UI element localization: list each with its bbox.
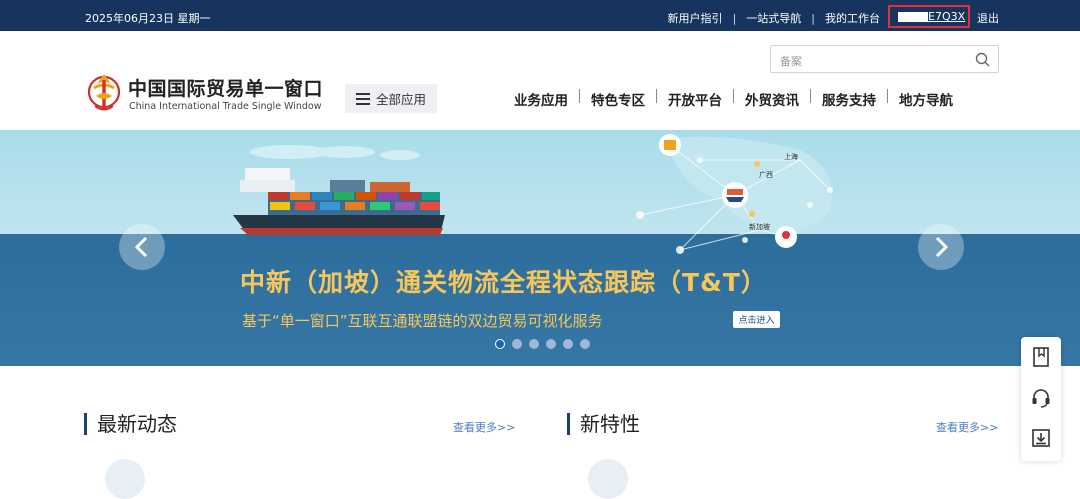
divider: |	[732, 11, 737, 25]
search-icon[interactable]	[975, 52, 990, 67]
banner-enter-button[interactable]: 点击进入	[733, 311, 780, 328]
top-links: 新用户指引 | 一站式导航 | 我的工作台	[668, 10, 880, 26]
map-label-shanghai: 上海	[784, 153, 798, 161]
features-thumbnail	[588, 459, 628, 499]
news-section-title: 最新动态	[84, 413, 177, 435]
headset-icon[interactable]	[1030, 387, 1052, 409]
carousel-dot[interactable]	[529, 339, 539, 349]
divider: |	[811, 11, 815, 25]
divider	[656, 89, 657, 103]
nav-business-apps[interactable]: 业务应用	[514, 89, 568, 109]
banner-subtitle: 基于“单一窗口”互联互通联盟链的双边贸易可视化服务	[242, 312, 603, 330]
search-input[interactable]: 备案	[770, 45, 999, 73]
carousel-dot[interactable]	[512, 339, 522, 349]
floating-toolbar	[1021, 337, 1061, 461]
logout-link[interactable]: 退出	[977, 10, 999, 26]
download-icon[interactable]	[1030, 427, 1052, 449]
nav-service-support[interactable]: 服务支持	[822, 89, 876, 109]
one-stop-nav-link[interactable]: 一站式导航	[746, 10, 801, 26]
all-apps-label: 全部应用	[375, 92, 426, 107]
map-label-singapore: 新加坡	[749, 223, 770, 231]
chevron-left-icon	[134, 236, 148, 258]
map-label-guangxi: 广西	[759, 171, 773, 179]
current-date: 2025年06月23日 星期一	[85, 12, 211, 25]
features-section-title: 新特性	[567, 413, 640, 435]
bookmark-icon[interactable]	[1030, 346, 1052, 368]
chevron-right-icon	[935, 236, 949, 258]
carousel-indicators	[495, 339, 590, 349]
carousel-next-button[interactable]	[918, 224, 964, 270]
redacted-mask	[898, 12, 928, 22]
banner-title: 中新（加坡）通关物流全程状态跟踪（T&T）	[240, 268, 767, 297]
divider	[887, 89, 888, 103]
nav-special-zone[interactable]: 特色专区	[591, 89, 645, 109]
all-apps-button[interactable]: 全部应用	[345, 84, 437, 113]
features-more-link[interactable]: 查看更多>>	[936, 419, 998, 435]
carousel-prev-button[interactable]	[119, 224, 165, 270]
search-placeholder: 备案	[780, 55, 802, 68]
carousel-dot[interactable]	[563, 339, 573, 349]
nav-local-navigation[interactable]: 地方导航	[899, 89, 953, 109]
user-id-box[interactable]: E7Q3X	[888, 5, 970, 28]
carousel-dot[interactable]	[546, 339, 556, 349]
logo-subtitle: China International Trade Single Window	[129, 101, 322, 112]
divider	[579, 89, 580, 103]
divider	[733, 89, 734, 103]
nav-open-platform[interactable]: 开放平台	[668, 89, 722, 109]
top-bar: 2025年06月23日 星期一 新用户指引 | 一站式导航 | 我的工作台 E7…	[0, 0, 1080, 31]
logo-icon[interactable]	[86, 68, 122, 114]
divider	[810, 89, 811, 103]
menu-icon	[355, 92, 370, 105]
carousel-dot[interactable]	[580, 339, 590, 349]
nav-trade-news[interactable]: 外贸资讯	[745, 89, 799, 109]
carousel-dot[interactable]	[495, 339, 505, 349]
new-user-guide-link[interactable]: 新用户指引	[668, 10, 723, 26]
user-id[interactable]: E7Q3X	[928, 10, 965, 23]
news-more-link[interactable]: 查看更多>>	[453, 419, 515, 435]
main-nav: 业务应用 特色专区 开放平台 外贸资讯 服务支持 地方导航	[514, 89, 953, 109]
my-workbench-link[interactable]: 我的工作台	[825, 10, 880, 26]
logo-title[interactable]: 中国国际贸易单一窗口	[128, 74, 323, 101]
news-thumbnail	[105, 459, 145, 499]
